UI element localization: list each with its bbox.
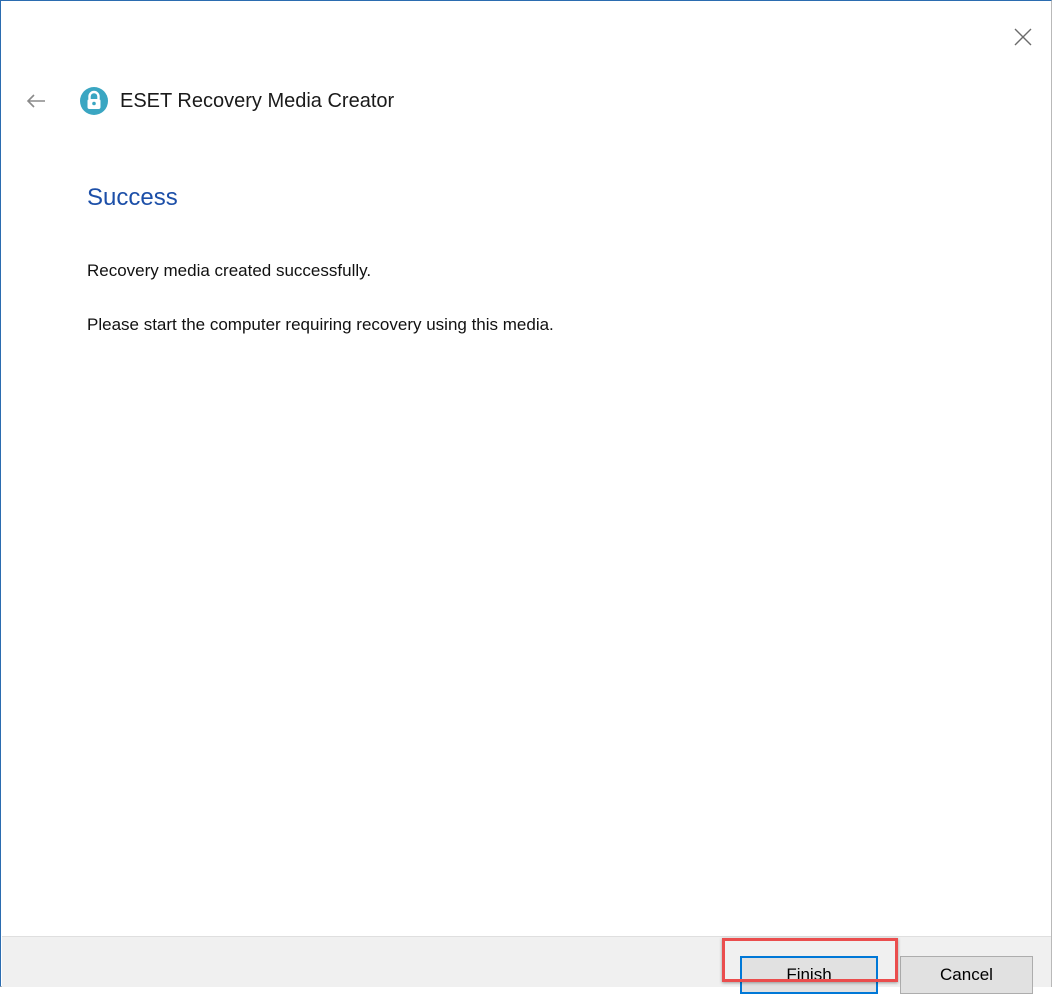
cancel-button[interactable]: Cancel	[900, 956, 1033, 994]
page-title: Success	[87, 184, 178, 211]
back-arrow-icon	[26, 94, 45, 108]
back-button[interactable]	[21, 86, 51, 116]
app-title: ESET Recovery Media Creator	[120, 89, 395, 112]
eset-logo-icon	[80, 87, 108, 115]
close-icon	[1014, 28, 1032, 46]
dialog-footer	[2, 936, 1051, 987]
close-button[interactable]	[1007, 21, 1039, 53]
instruction-message: Please start the computer requiring reco…	[87, 315, 554, 334]
dialog-window: ESET Recovery Media Creator Success Reco…	[0, 0, 1052, 987]
finish-button[interactable]: Finish	[740, 956, 878, 994]
success-message: Recovery media created successfully.	[87, 261, 372, 280]
dialog-header: ESET Recovery Media Creator	[21, 81, 394, 121]
